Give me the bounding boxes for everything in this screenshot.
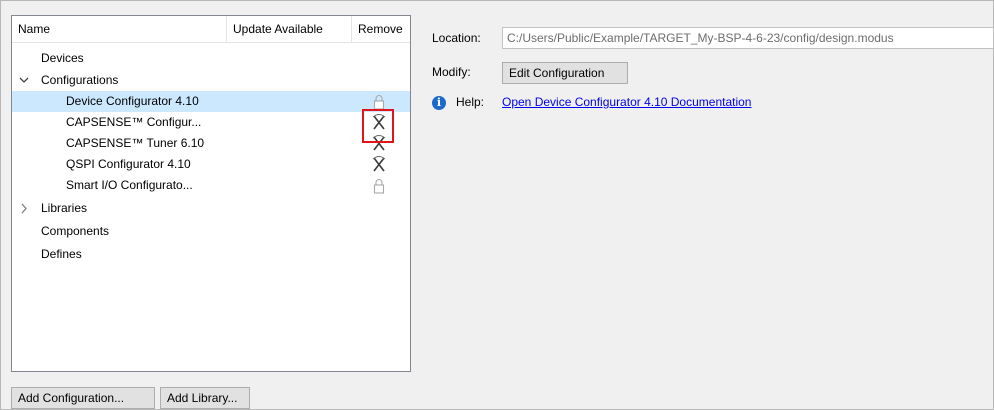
column-header-name[interactable]: Name [12, 16, 227, 42]
tree-item-label: QSPI Configurator 4.10 [66, 157, 191, 171]
edit-configuration-button[interactable]: Edit Configuration [502, 62, 628, 84]
tree-item-label: Device Configurator 4.10 [66, 94, 199, 108]
tree-item-qspi-configurator[interactable]: QSPI Configurator 4.10 [12, 154, 410, 175]
configuration-tree[interactable]: Name Update Available Remove Devices Con… [11, 15, 411, 372]
tree-item-label: Components [41, 224, 110, 238]
tree-item-label: CAPSENSE™ Configur... [66, 115, 202, 129]
column-header-update-available[interactable]: Update Available [227, 16, 352, 42]
tree-item-components[interactable]: Components [12, 221, 410, 242]
tree-item-label: Configurations [41, 73, 119, 87]
tree-item-capsense-configurator[interactable]: CAPSENSE™ Configur... [12, 112, 410, 133]
lock-icon [373, 179, 385, 194]
location-label: Location: [432, 31, 481, 45]
documentation-link[interactable]: Open Device Configurator 4.10 Documentat… [502, 95, 751, 109]
remove-column-highlight [362, 109, 394, 143]
remove-icon [372, 156, 386, 172]
add-library-button[interactable]: Add Library... [160, 387, 250, 409]
tree-header: Name Update Available Remove [12, 16, 410, 43]
remove-cell [368, 176, 390, 195]
location-field[interactable]: C:/Users/Public/Example/TARGET_My-BSP-4-… [502, 27, 994, 49]
add-configuration-button[interactable]: Add Configuration... [11, 387, 155, 409]
tree-item-devices[interactable]: Devices [12, 48, 410, 69]
help-label: Help: [456, 95, 485, 109]
tree-item-libraries[interactable]: Libraries [12, 198, 410, 219]
tree-item-configurations[interactable]: Configurations [12, 70, 410, 91]
tree-item-label: Smart I/O Configurato... [66, 178, 193, 192]
lock-icon [373, 95, 385, 110]
tree-item-label: Libraries [41, 201, 88, 215]
tree-item-smart-io-configurator[interactable]: Smart I/O Configurato... [12, 175, 410, 196]
tree-item-device-configurator[interactable]: Device Configurator 4.10 [12, 91, 410, 112]
tree-item-label: CAPSENSE™ Tuner 6.10 [66, 136, 205, 150]
tree-item-capsense-tuner[interactable]: CAPSENSE™ Tuner 6.10 [12, 133, 410, 154]
tree-item-defines[interactable]: Defines [12, 244, 410, 265]
tree-item-label: Defines [41, 247, 82, 261]
column-header-remove[interactable]: Remove [352, 16, 410, 42]
remove-button[interactable] [368, 155, 390, 174]
tree-item-label: Devices [41, 51, 84, 65]
info-icon: i [432, 96, 446, 110]
modify-label: Modify: [432, 65, 471, 79]
